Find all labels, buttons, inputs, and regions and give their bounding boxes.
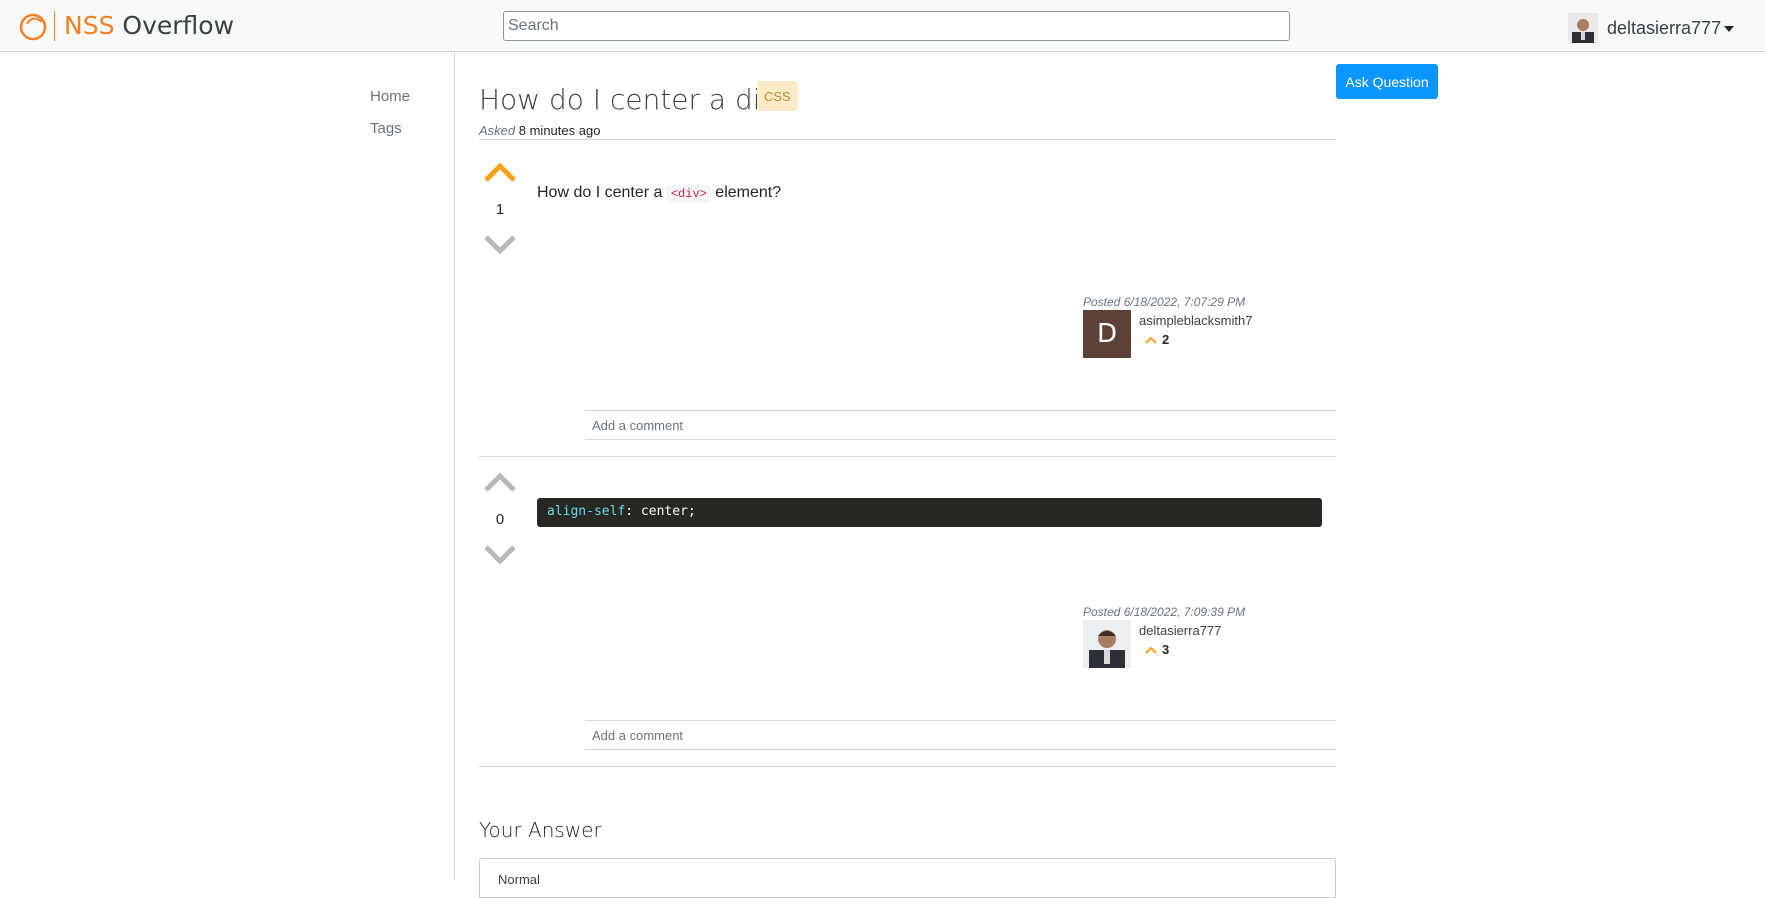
vote-count: 1 [495,201,505,218]
search-input[interactable] [503,11,1290,41]
posted-time: Posted 6/18/2022, 7:09:39 PM [1083,605,1246,619]
caret-down-icon[interactable] [1724,26,1735,32]
upvote-icon[interactable] [483,471,517,493]
vote-count: 0 [495,511,505,528]
sidebar-item-home[interactable]: Home [370,88,410,105]
reputation: 3 [1145,642,1169,657]
avatar[interactable] [1083,620,1131,668]
add-comment-input[interactable] [585,411,1336,439]
question-body: How do I center a <div> element? [537,184,782,203]
tag-css[interactable]: CSS [757,81,798,111]
avatar [1568,13,1598,43]
downvote-icon[interactable] [483,544,517,566]
comment-divider [585,439,1336,440]
add-comment-input[interactable] [585,721,1336,749]
answer-code-block: align-self: center; [537,498,1322,527]
posted-time: Posted 6/18/2022, 7:07:29 PM [1083,295,1246,309]
divider [479,139,1336,140]
username: deltasierra777 [1607,17,1722,38]
your-answer-heading: Your Answer [479,818,602,842]
ask-question-button[interactable]: Ask Question [1336,64,1438,99]
user-menu[interactable]: deltasierra777 [1568,13,1735,43]
reputation-icon [1145,336,1157,344]
divider [479,766,1336,767]
question-title: How do I center a div? [479,83,792,116]
inline-code: <div> [666,185,711,203]
author-name[interactable]: deltasierra777 [1139,623,1221,638]
answer-editor[interactable]: Normal [479,858,1336,898]
downvote-icon[interactable] [483,234,517,256]
logo-icon[interactable] [18,10,48,42]
brand-title[interactable]: NSS Overflow [64,12,234,40]
comment-divider [585,749,1336,750]
avatar[interactable]: D [1083,310,1131,358]
reputation: 2 [1145,332,1169,347]
sidebar-item-tags[interactable]: Tags [370,120,402,137]
logo-divider [54,11,55,41]
top-bar: NSS Overflow deltasierra777 [0,0,1765,52]
asked-time: Asked 8 minutes ago [479,123,601,138]
divider [479,456,1336,457]
reputation-icon [1145,646,1157,654]
sidebar-divider [454,52,455,880]
author-name[interactable]: asimpleblacksmith7 [1139,313,1252,328]
upvote-icon[interactable] [483,161,517,183]
